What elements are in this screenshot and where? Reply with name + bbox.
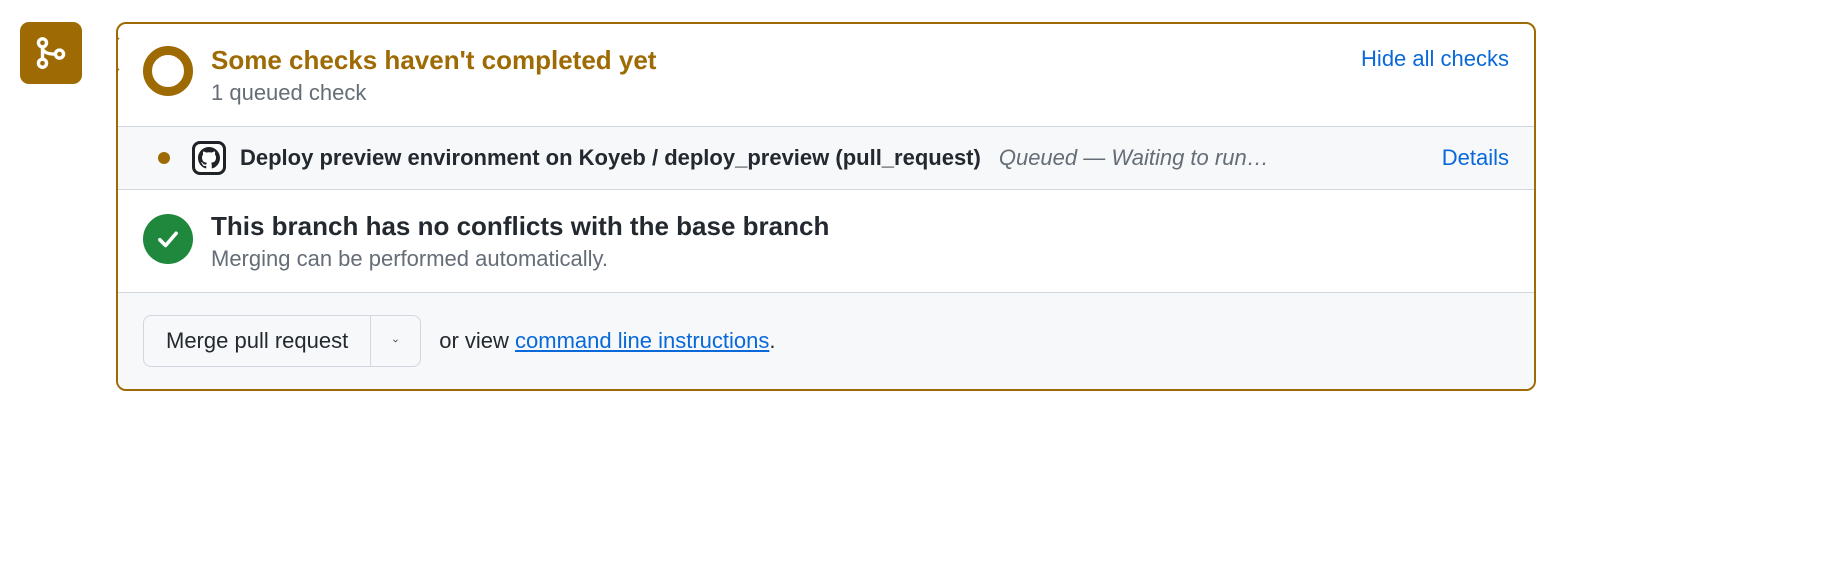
- merge-button-group: Merge pull request: [143, 315, 421, 367]
- github-icon: [198, 147, 220, 169]
- mergeability-title: This branch has no conflicts with the ba…: [211, 210, 1509, 244]
- checks-list: Deploy preview environment on Koyeb / de…: [118, 127, 1534, 190]
- check-details-link[interactable]: Details: [1442, 145, 1509, 171]
- command-line-instructions-link[interactable]: command line instructions: [515, 328, 769, 353]
- github-app-icon: [192, 141, 226, 175]
- success-status-icon: [143, 214, 193, 264]
- pending-dot-icon: [158, 152, 170, 164]
- hide-all-checks-link[interactable]: Hide all checks: [1361, 46, 1509, 72]
- merge-pull-request-button[interactable]: Merge pull request: [143, 315, 371, 367]
- merge-status-box: Some checks haven't completed yet 1 queu…: [116, 22, 1536, 391]
- checks-summary-title: Some checks haven't completed yet: [211, 44, 1509, 78]
- check-icon: [155, 226, 181, 252]
- mergeability-section: This branch has no conflicts with the ba…: [118, 190, 1534, 293]
- mergeability-subtitle: Merging can be performed automatically.: [211, 246, 1509, 272]
- or-view-text: or view: [439, 328, 515, 353]
- merge-alt-text: or view command line instructions.: [439, 328, 775, 354]
- merge-footer: Merge pull request or view command line …: [118, 293, 1534, 389]
- check-status-text: Queued — Waiting to run…: [999, 145, 1442, 171]
- checks-summary-subtitle: 1 queued check: [211, 80, 1509, 106]
- checks-summary-section: Some checks haven't completed yet 1 queu…: [118, 24, 1534, 127]
- check-name: Deploy preview environment on Koyeb / de…: [240, 145, 981, 171]
- merge-options-dropdown-button[interactable]: [371, 315, 421, 367]
- git-merge-icon: [34, 36, 68, 70]
- caret-down-icon: [393, 337, 398, 345]
- check-row: Deploy preview environment on Koyeb / de…: [118, 127, 1534, 189]
- timeline-merge-badge: [20, 22, 82, 84]
- pending-status-icon: [143, 46, 193, 96]
- period: .: [769, 328, 775, 353]
